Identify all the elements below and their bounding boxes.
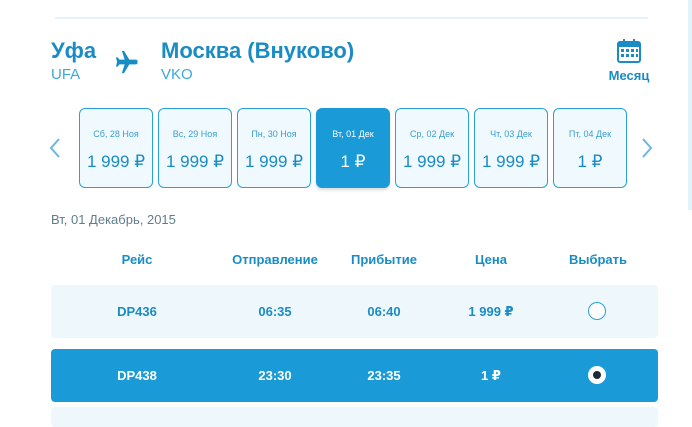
day-price: 1 999 ₽ (481, 152, 541, 171)
header-flight: Рейс (121, 252, 153, 267)
origin-city: Уфа (51, 38, 97, 63)
panel-edge (688, 0, 692, 210)
header-departure: Отправление (232, 252, 318, 267)
destination-city: Москва (Внуково) (161, 38, 355, 63)
day-card-5[interactable]: Чт, 03 Дек 1 999 ₽ (474, 108, 548, 188)
day-card-1[interactable]: Вс, 29 Ноя 1 999 ₽ (158, 108, 232, 188)
day-price: 1 999 ₽ (244, 152, 304, 171)
header-arrival: Прибытие (351, 252, 417, 267)
top-divider (55, 17, 648, 19)
airplane-icon (115, 50, 138, 74)
day-label: Сб, 28 Ноя (93, 129, 139, 139)
flight-row[interactable]: DP436 06:35 06:40 1 999 ₽ (51, 285, 658, 338)
day-label: Ср, 02 Дек (409, 129, 455, 139)
day-price: 1 999 ₽ (86, 152, 146, 171)
day-label: Чт, 03 Дек (490, 129, 532, 139)
arrival-time: 06:40 (367, 304, 401, 319)
arrival-time: 23:35 (367, 368, 401, 383)
day-card-0[interactable]: Сб, 28 Ноя 1 999 ₽ (79, 108, 153, 188)
flight-number: DP438 (117, 368, 157, 383)
select-flight-radio[interactable] (588, 302, 606, 320)
flight-price: 1 999 ₽ (468, 304, 514, 319)
day-label: Вс, 29 Ноя (172, 129, 218, 139)
flight-row-selected[interactable]: DP438 23:30 23:35 1 ₽ (51, 349, 658, 402)
day-card-3-selected[interactable]: Вт, 01 Дек 1 ₽ (316, 108, 390, 188)
day-label: Пн, 30 Ноя (251, 129, 297, 139)
day-label: Вт, 01 Дек (332, 129, 374, 139)
destination-code: VKO (161, 66, 193, 83)
day-label: Пт, 04 Дек (568, 129, 612, 139)
day-card-6[interactable]: Пт, 04 Дек 1 ₽ (553, 108, 627, 188)
day-card-4[interactable]: Ср, 02 Дек 1 999 ₽ (395, 108, 469, 188)
prev-days-arrow-icon[interactable] (48, 137, 62, 159)
header-select: Выбрать (568, 252, 628, 267)
header-price: Цена (475, 252, 507, 267)
departure-time: 06:35 (258, 304, 292, 319)
calendar-icon (617, 39, 641, 63)
destination: Москва (Внуково) VKO (161, 38, 354, 84)
select-flight-radio-checked[interactable] (588, 366, 606, 384)
flight-price: 1 ₽ (481, 368, 501, 383)
next-days-arrow-icon[interactable] (640, 137, 654, 159)
origin: Уфа UFA (51, 38, 96, 84)
selected-date-title: Вт, 01 Декабрь, 2015 (51, 212, 176, 227)
day-card-2[interactable]: Пн, 30 Ноя 1 999 ₽ (237, 108, 311, 188)
flight-number: DP436 (117, 304, 157, 319)
day-price: 1 999 ₽ (165, 152, 225, 171)
day-price: 1 ₽ (577, 152, 603, 171)
departure-time: 23:30 (258, 368, 292, 383)
origin-code: UFA (51, 66, 81, 83)
month-button-label: Месяц (608, 68, 650, 83)
flight-row-partial[interactable] (51, 407, 658, 427)
day-price: 1 999 ₽ (402, 152, 462, 171)
day-price: 1 ₽ (340, 152, 366, 171)
month-view-button[interactable]: Месяц (604, 38, 654, 83)
